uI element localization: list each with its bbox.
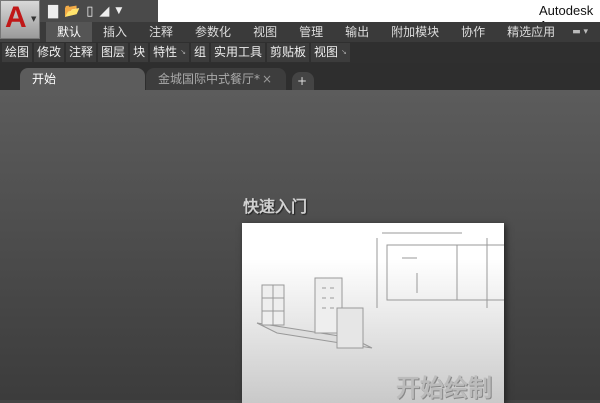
- tab-manage[interactable]: 管理: [288, 22, 334, 42]
- chevron-down-icon: ▼: [31, 15, 37, 23]
- tab-output[interactable]: 输出: [334, 22, 380, 42]
- ribbon-panels: 绘图 修改 注释 图层 块 特性 ↘ 组 实用工具 剪贴板 视图 ↘: [0, 42, 600, 63]
- start-drawing-label: 开始绘制: [396, 373, 492, 402]
- panel-modify[interactable]: 修改: [34, 43, 65, 62]
- title-bar: Autodesk A: [158, 0, 600, 33]
- application-menu-button[interactable]: A ▼: [0, 0, 40, 39]
- panel-view[interactable]: 视图 ↘: [311, 43, 350, 62]
- start-drawing-card[interactable]: 开始绘制: [242, 223, 504, 403]
- expand-icon[interactable]: ↘: [180, 43, 186, 62]
- new-tab-button[interactable]: +: [292, 72, 314, 90]
- quick-start-heading: 快速入门: [243, 197, 308, 216]
- panel-annotation[interactable]: 注释: [66, 43, 97, 62]
- file-tabs: 开始 金城国际中式餐厅* × +: [0, 63, 600, 90]
- expand-icon[interactable]: ↘: [341, 43, 347, 62]
- save-icon[interactable]: ▯: [86, 5, 93, 18]
- new-icon[interactable]: ▇: [48, 5, 58, 18]
- panel-clipboard[interactable]: 剪贴板: [267, 43, 310, 62]
- tab-parametric[interactable]: 参数化: [184, 22, 242, 42]
- file-tab-start[interactable]: 开始: [20, 68, 145, 90]
- tab-annotate[interactable]: 注释: [138, 22, 184, 42]
- tab-insert[interactable]: 插入: [92, 22, 138, 42]
- quick-access-toolbar: ▇ 📂 ▯ ◢ ▼: [40, 0, 158, 22]
- file-tab-label: 金城国际中式餐厅*: [158, 72, 261, 86]
- ribbon-options-icon[interactable]: ▬ ▾: [572, 27, 588, 37]
- tab-featured-apps[interactable]: 精选应用: [496, 22, 566, 42]
- tab-collaborate[interactable]: 协作: [450, 22, 496, 42]
- panel-block[interactable]: 块: [130, 43, 149, 62]
- tab-addins[interactable]: 附加模块: [380, 22, 450, 42]
- panel-layers[interactable]: 图层: [98, 43, 129, 62]
- plot-icon[interactable]: ◢: [99, 5, 109, 18]
- panel-groups[interactable]: 组: [190, 43, 209, 62]
- panel-properties[interactable]: 特性 ↘: [150, 43, 189, 62]
- autocad-logo-icon: A: [5, 1, 27, 34]
- open-icon[interactable]: 📂: [64, 5, 80, 18]
- dropdown-icon[interactable]: ▼: [115, 6, 122, 16]
- ribbon-tabs: 默认 插入 注释 参数化 视图 管理 输出 附加模块 协作 精选应用 ▬ ▾: [40, 22, 600, 42]
- file-tab-drawing[interactable]: 金城国际中式餐厅* ×: [146, 68, 286, 90]
- close-icon[interactable]: ×: [262, 68, 272, 90]
- panel-utilities[interactable]: 实用工具: [210, 43, 265, 62]
- tab-default[interactable]: 默认: [46, 22, 93, 42]
- tab-view[interactable]: 视图: [242, 22, 288, 42]
- panel-draw[interactable]: 绘图: [2, 43, 33, 62]
